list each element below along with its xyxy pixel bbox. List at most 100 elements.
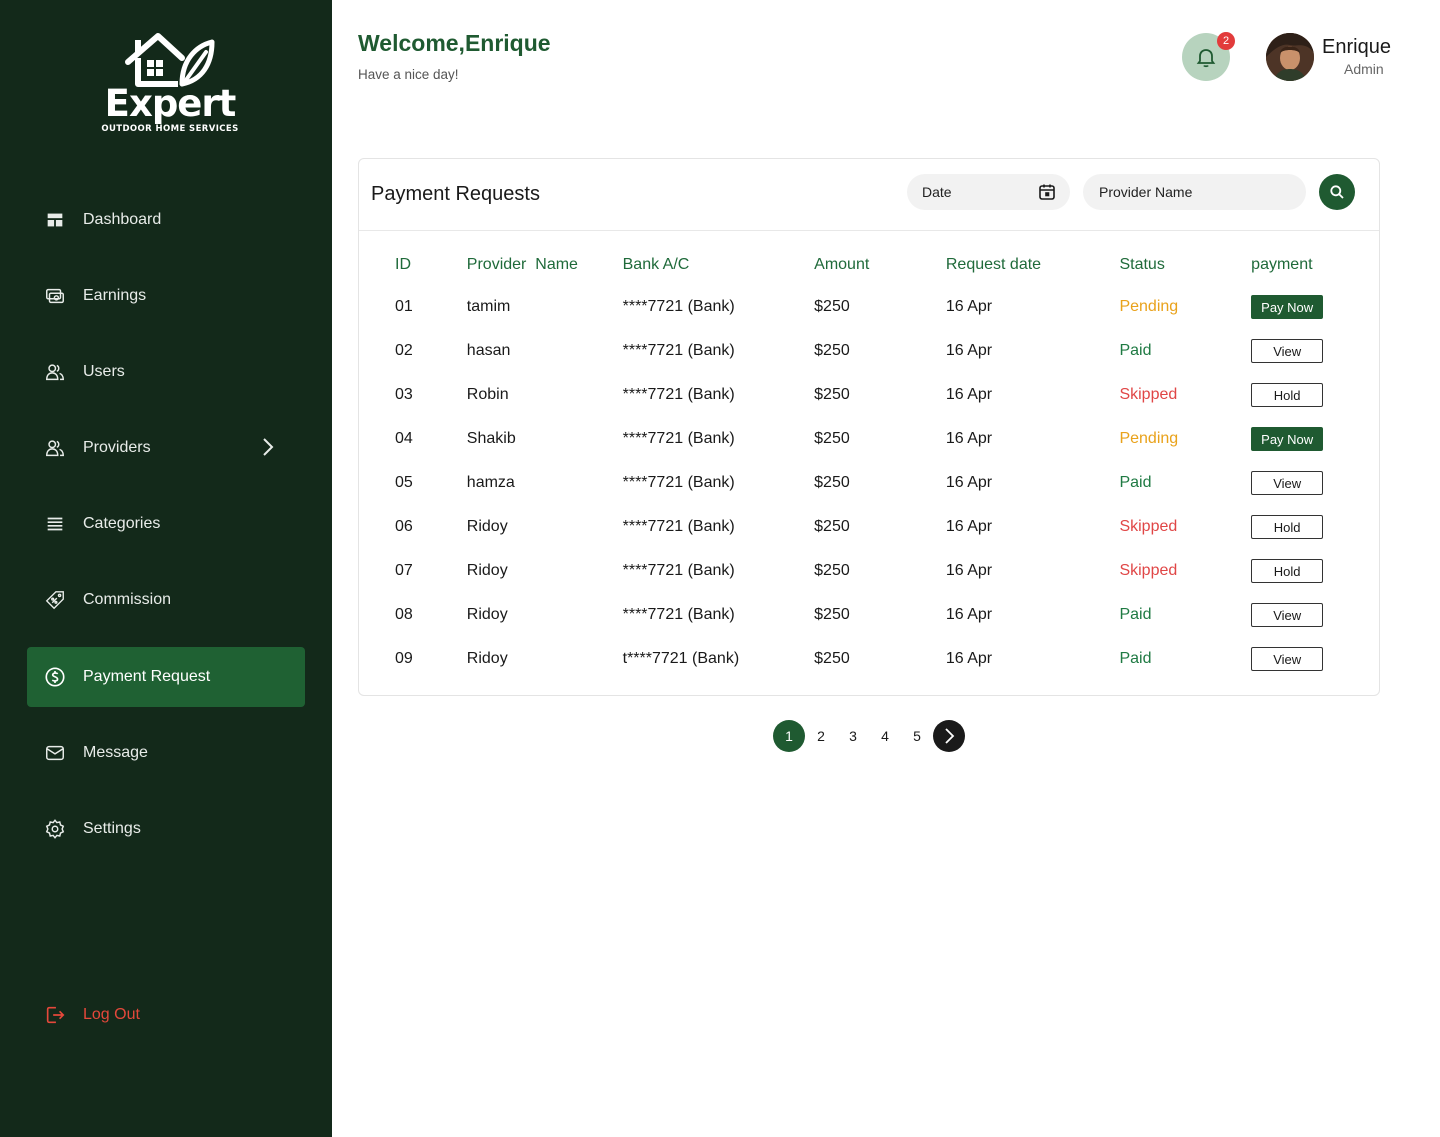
table-row: 01 tamim ****7721 (Bank) $250 16 Apr Pending P… <box>359 285 1379 329</box>
row-provider-name: Ridoy <box>466 562 508 579</box>
sidebar-item-settings[interactable]: Settings <box>27 799 305 859</box>
row-status: Paid <box>1119 474 1152 491</box>
page-button[interactable]: 1 <box>773 720 805 752</box>
row-request-date: 16 Apr <box>945 430 993 447</box>
row-provider-name: Shakib <box>466 430 516 447</box>
row-payment-cell: Hold <box>1251 505 1379 549</box>
dollar-circle-icon <box>43 665 67 689</box>
sidebar-item-commission[interactable]: Commission <box>27 570 305 630</box>
sidebar-item-label: Commission <box>83 591 172 608</box>
row-payment-cell: View <box>1251 637 1379 681</box>
house-leaf-logo-icon <box>125 33 215 87</box>
row-payment-cell: View <box>1251 329 1379 373</box>
app-root: Expert OUTDOOR HOME SERVICES Dashboard E… <box>0 0 1440 1137</box>
view-button[interactable]: View <box>1251 603 1324 627</box>
table-row: 05 hamza ****7721 (Bank) $250 16 Apr Paid View <box>359 461 1379 505</box>
pay-now-button[interactable]: Pay Now <box>1251 295 1324 319</box>
row-amount: $250 <box>814 386 850 403</box>
row-bank-account: ****7721 (Bank) <box>622 606 735 623</box>
avatar[interactable] <box>1266 33 1314 81</box>
row-request-date: 16 Apr <box>945 298 993 315</box>
page-subtitle: Have a nice day! <box>358 67 459 82</box>
row-bank-account: ****7721 (Bank) <box>622 342 735 359</box>
row-status: Paid <box>1119 342 1152 359</box>
table-row: 09 Ridoy t****7721 (Bank) $250 16 Apr Paid Vie… <box>359 637 1379 681</box>
row-id: 05 <box>395 474 413 491</box>
logout-button[interactable]: Log Out <box>27 985 305 1045</box>
row-request-date: 16 Apr <box>945 342 993 359</box>
tag-percent-icon <box>43 588 67 612</box>
table-header-row: ID Provider Name Bank A/C Amount Request… <box>359 245 1379 285</box>
row-request-date: 16 Apr <box>945 650 993 667</box>
row-amount: $250 <box>814 518 850 535</box>
bell-icon <box>1196 49 1216 68</box>
row-bank-account: ****7721 (Bank) <box>622 562 735 579</box>
sidebar-item-message[interactable]: Message <box>27 723 305 783</box>
sidebar-item-providers[interactable]: Providers <box>27 418 305 478</box>
hold-button[interactable]: Hold <box>1251 559 1324 583</box>
row-request-date: 16 Apr <box>945 606 993 623</box>
page-button[interactable]: 3 <box>837 720 869 752</box>
row-amount: $250 <box>814 474 850 491</box>
row-bank-account: ****7721 (Bank) <box>622 518 735 535</box>
notification-badge: 2 <box>1217 32 1235 50</box>
row-payment-cell: View <box>1251 593 1379 637</box>
view-button[interactable]: View <box>1251 339 1324 363</box>
column-header: payment <box>1251 256 1313 273</box>
row-payment-cell: Pay Now <box>1251 285 1379 329</box>
logout-label: Log Out <box>83 1006 140 1023</box>
row-provider-name: Ridoy <box>466 606 508 623</box>
user-photo <box>1266 33 1314 81</box>
column-header: Bank A/C <box>622 256 690 273</box>
row-id: 03 <box>395 386 413 403</box>
column-header: Request date <box>945 256 1042 273</box>
table-row: 06 Ridoy ****7721 (Bank) $250 16 Apr Skipped H… <box>359 505 1379 549</box>
search-icon <box>1330 185 1344 199</box>
row-payment-cell: View <box>1251 461 1379 505</box>
sidebar-item-payment-request[interactable]: Payment Request <box>27 647 305 707</box>
row-bank-account: ****7721 (Bank) <box>622 474 735 491</box>
gear-icon <box>43 817 67 841</box>
sidebar-item-label: Earnings <box>83 287 147 304</box>
table-row: 02 hasan ****7721 (Bank) $250 16 Apr Paid View <box>359 329 1379 373</box>
page-title: Welcome,Enrique <box>358 30 551 56</box>
sidebar-item-label: Dashboard <box>83 211 162 228</box>
table-row: 03 Robin ****7721 (Bank) $250 16 Apr Skipped H… <box>359 373 1379 417</box>
page-button[interactable]: 2 <box>805 720 837 752</box>
date-filter[interactable]: Date <box>907 174 1070 210</box>
row-request-date: 16 Apr <box>945 386 993 403</box>
logout-icon <box>43 1003 67 1027</box>
row-bank-account: ****7721 (Bank) <box>622 298 735 315</box>
provider-name-input[interactable] <box>1083 174 1306 210</box>
row-id: 09 <box>395 650 413 667</box>
view-button[interactable]: View <box>1251 647 1324 671</box>
row-provider-name: hasan <box>466 342 511 359</box>
page-button[interactable]: 5 <box>901 720 933 752</box>
row-bank-account: ****7721 (Bank) <box>622 386 735 403</box>
search-button[interactable] <box>1319 174 1355 210</box>
row-amount: $250 <box>814 342 850 359</box>
view-button[interactable]: View <box>1251 471 1324 495</box>
row-status: Pending <box>1119 298 1179 315</box>
row-provider-name: hamza <box>466 474 515 491</box>
row-id: 06 <box>395 518 413 535</box>
pay-now-button[interactable]: Pay Now <box>1251 427 1324 451</box>
pagination: 1 2 3 4 5 <box>773 720 965 752</box>
sidebar-item-earnings[interactable]: Earnings <box>27 266 305 326</box>
row-amount: $250 <box>814 606 850 623</box>
sidebar-item-dashboard[interactable]: Dashboard <box>27 190 305 250</box>
sidebar-item-users[interactable]: Users <box>27 342 305 402</box>
row-status: Skipped <box>1119 386 1178 403</box>
next-page-button[interactable] <box>933 720 965 752</box>
row-payment-cell: Hold <box>1251 549 1379 593</box>
column-header: Amount <box>814 256 870 273</box>
chevron-right-icon[interactable] <box>261 436 275 463</box>
table-row: 04 Shakib ****7721 (Bank) $250 16 Apr Pending… <box>359 417 1379 461</box>
row-amount: $250 <box>814 298 850 315</box>
users-icon <box>43 436 67 460</box>
row-status: Pending <box>1119 430 1179 447</box>
sidebar-item-categories[interactable]: Categories <box>27 494 305 554</box>
page-button[interactable]: 4 <box>869 720 901 752</box>
hold-button[interactable]: Hold <box>1251 515 1324 539</box>
hold-button[interactable]: Hold <box>1251 383 1324 407</box>
